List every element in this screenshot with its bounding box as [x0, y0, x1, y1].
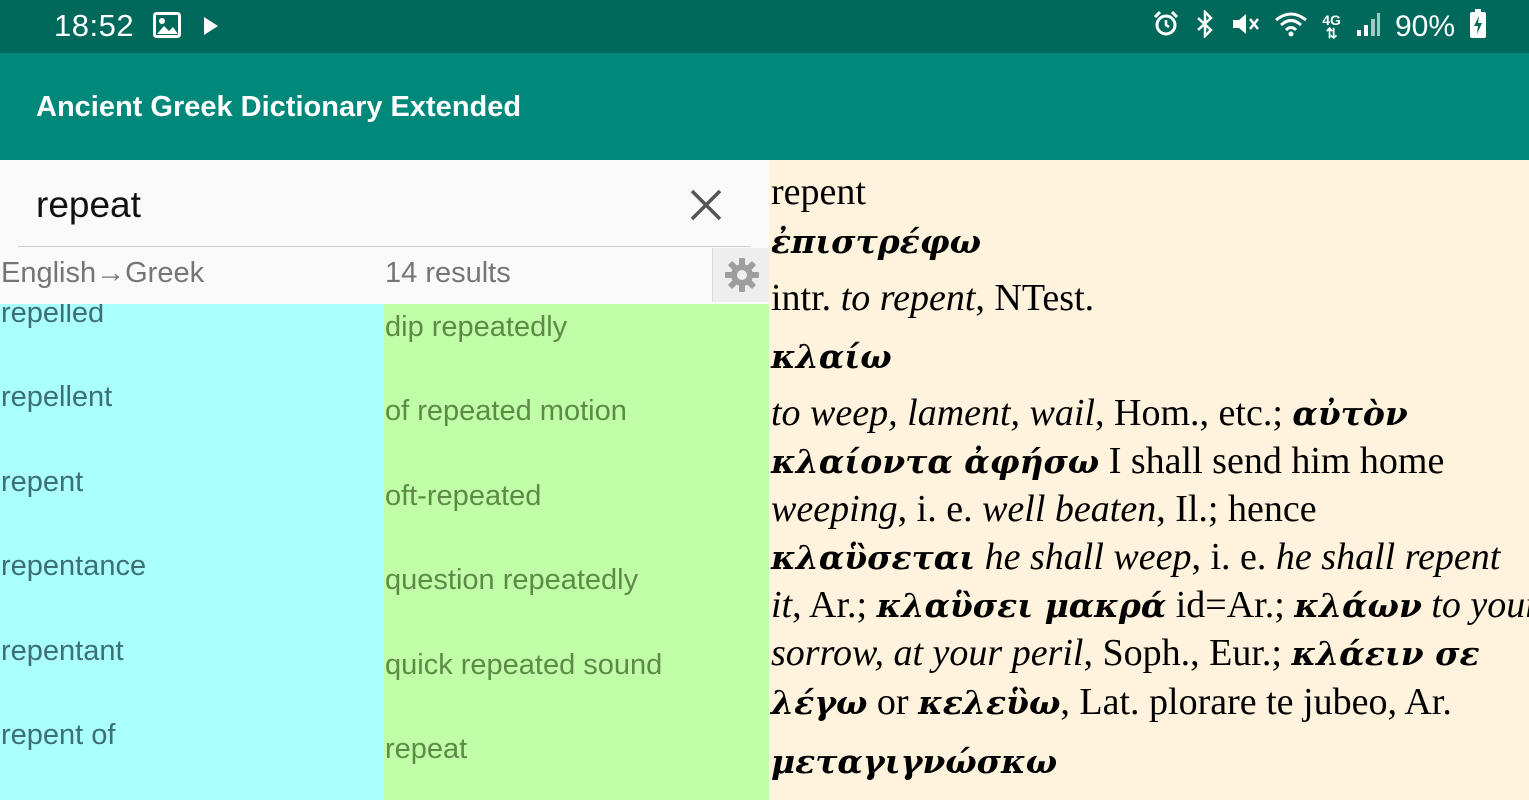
- search-bar: [0, 160, 769, 248]
- greek-term-text[interactable]: ἐπιστρέφω: [771, 222, 981, 261]
- def-text: he shall repent: [1275, 536, 1501, 578]
- status-icons: 4G ⇅ 90%: [1152, 8, 1487, 44]
- definition-line: κλαίοντα ἀφήσω I shall send him home: [771, 437, 1444, 486]
- phrase-results-list: dip repeatedly of repeated motion oft-re…: [384, 304, 769, 800]
- app-title: Ancient Greek Dictionary Extended: [36, 91, 522, 123]
- greek-term: μεταγιγνώσκω: [771, 737, 1057, 786]
- list-item[interactable]: repent: [1, 462, 83, 502]
- entry-headword: repent: [771, 171, 866, 213]
- list-item[interactable]: repelled: [1, 304, 104, 333]
- definition-pane: repent ἐπιστρέφω intr. to repent, NTest.…: [769, 160, 1529, 800]
- def-text: , NTest.: [975, 277, 1095, 319]
- definition-line: to weep, lament, wail, Hom., etc.; αὐτὸν: [771, 389, 1408, 438]
- list-item[interactable]: oft-repeated: [385, 476, 541, 516]
- greek-term: ἐπιστρέφω: [771, 217, 981, 266]
- def-text: κλαὓσει μακρά: [876, 586, 1167, 625]
- def-text: κλαὓσεται: [771, 538, 976, 577]
- signal-icon: [1355, 11, 1381, 42]
- definition-line: λέγω or κελεὓω, Lat. plorare te jubeo, A…: [771, 678, 1452, 727]
- list-item[interactable]: repentant: [1, 631, 124, 671]
- english-results-list: repelled repellent repent repentance rep…: [0, 304, 384, 800]
- list-item[interactable]: of repeated motion: [385, 391, 627, 431]
- app-bar: Ancient Greek Dictionary Extended: [0, 53, 1529, 160]
- 4g-icon: 4G ⇅: [1322, 11, 1341, 41]
- definition-line: κλαὓσεται he shall weep, i. e. he shall …: [771, 533, 1500, 582]
- def-text: I shall send him home: [1099, 440, 1445, 482]
- def-text: to your: [1421, 584, 1529, 626]
- def-text: id=Ar.;: [1166, 584, 1295, 626]
- bluetooth-icon: [1194, 8, 1216, 43]
- def-text: , Il.; hence: [1156, 488, 1317, 530]
- results-info-bar: English→Greek 14 results: [0, 247, 770, 304]
- def-text: , Lat. plorare te jubeo, Ar.: [1060, 681, 1452, 723]
- def-text: λέγω: [771, 683, 868, 722]
- definition-line: it, Ar.; κλαὓσει μακρά id=Ar.; κλάων to …: [771, 581, 1529, 630]
- image-icon: [153, 12, 181, 43]
- greek-term-text[interactable]: μεταγιγνώσκω: [771, 742, 1057, 781]
- status-time: 18:52: [54, 8, 135, 43]
- gear-icon: [724, 258, 759, 292]
- list-item[interactable]: dip repeatedly: [385, 307, 567, 347]
- def-text: well beaten: [982, 488, 1157, 530]
- def-text: κλάων: [1294, 586, 1422, 625]
- settings-button[interactable]: [712, 248, 770, 302]
- def-text: to weep, lament, wail: [771, 392, 1096, 434]
- def-text: , Hom., etc.;: [1095, 392, 1293, 434]
- direction-label[interactable]: English→Greek: [1, 257, 204, 290]
- list-item[interactable]: repeat: [385, 729, 467, 769]
- def-text: or: [867, 681, 919, 723]
- definition-line: intr. to repent, NTest.: [771, 274, 1094, 322]
- def-text: intr.: [771, 277, 841, 319]
- play-icon: [203, 16, 219, 41]
- battery-charging-icon: [1469, 9, 1487, 44]
- mute-icon: [1230, 10, 1260, 43]
- def-text: , Ar.;: [792, 584, 877, 626]
- definition-line: weeping, i. e. well beaten, Il.; hence: [771, 485, 1317, 533]
- close-icon: [690, 189, 722, 221]
- def-text: weeping: [771, 488, 898, 530]
- definition-line: sorrow, at your peril, Soph., Eur.; κλάε…: [771, 629, 1480, 678]
- list-item[interactable]: repellent: [1, 377, 112, 417]
- search-pane: English→Greek 14 results repelled: [0, 160, 770, 800]
- list-item[interactable]: quick repeated sound: [385, 645, 662, 685]
- def-text: he shall weep: [975, 536, 1192, 578]
- def-text: it: [771, 584, 793, 626]
- def-text: , i. e.: [1191, 536, 1276, 578]
- wifi-icon: [1274, 10, 1308, 43]
- def-text: κλάειν σε: [1291, 634, 1480, 673]
- def-text: , Soph., Eur.;: [1083, 632, 1292, 674]
- def-text: αὐτὸν: [1292, 394, 1408, 433]
- def-text: to repent: [840, 277, 976, 319]
- def-text: sorrow, at your peril: [771, 632, 1084, 674]
- def-text: κελεὓω: [918, 683, 1061, 722]
- battery-percent: 90%: [1394, 9, 1455, 43]
- status-bar: 18:52 4G ⇅ 90%: [0, 0, 1529, 53]
- clear-search-button[interactable]: [686, 185, 726, 225]
- def-text: κλαίοντα ἀφήσω: [771, 442, 1100, 481]
- list-item[interactable]: repentance: [1, 546, 146, 586]
- list-item[interactable]: question repeatedly: [385, 560, 638, 600]
- results-count: 14 results: [385, 257, 511, 289]
- alarm-icon: [1152, 10, 1180, 43]
- search-input[interactable]: [36, 182, 656, 228]
- greek-term-text[interactable]: κλαίω: [771, 337, 892, 376]
- def-text: , i. e.: [897, 488, 983, 530]
- list-item[interactable]: repent of: [1, 715, 115, 755]
- greek-term: κλαίω: [771, 332, 892, 381]
